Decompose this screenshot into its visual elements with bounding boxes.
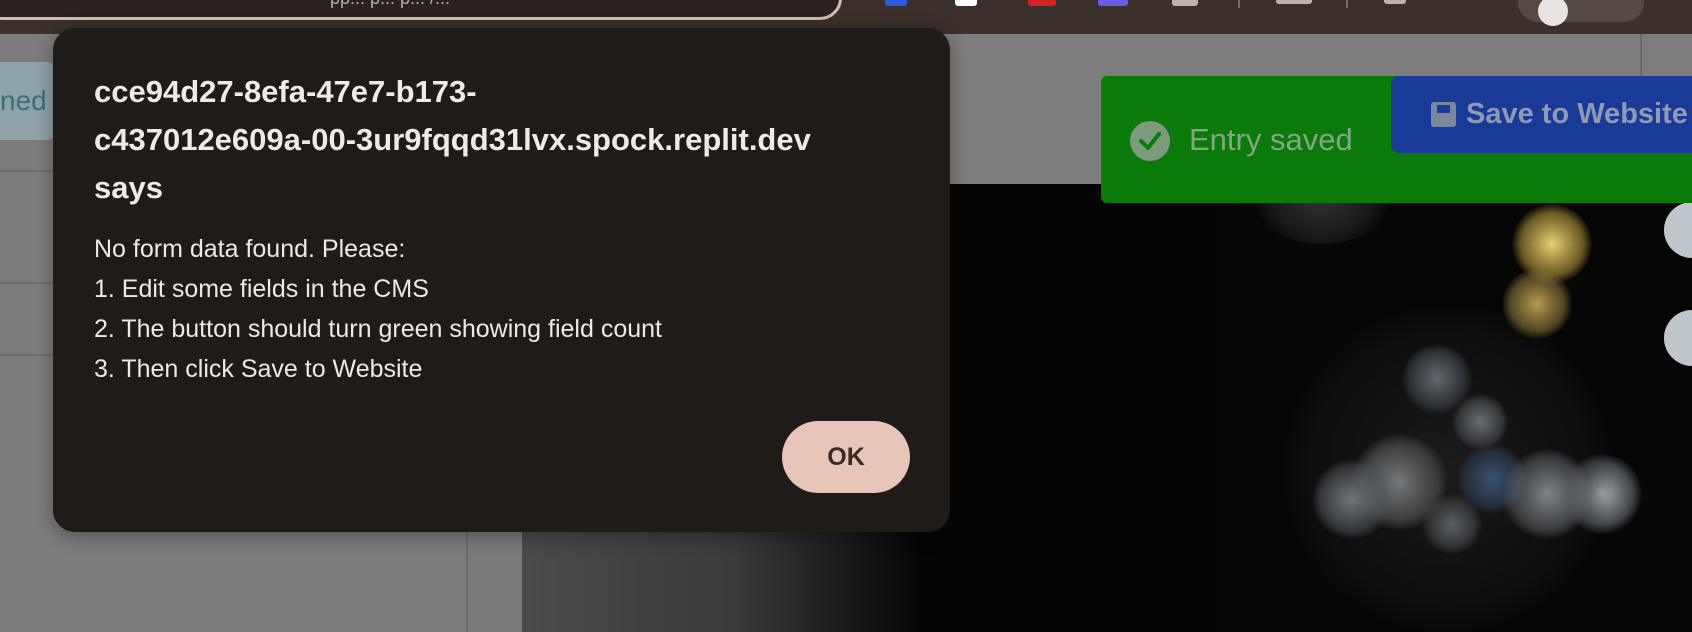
message-line: 3. Then click Save to Website: [94, 355, 423, 383]
ok-button[interactable]: OK: [782, 421, 910, 493]
toolbar-divider: [1346, 0, 1348, 8]
checkmark-icon: [1130, 121, 1170, 161]
dialog-title-line: cce94d27-8efa-47e7-b173-: [94, 74, 477, 109]
message-line: No form data found. Please:: [94, 235, 406, 263]
dialog-title-line: c437012e609a-00-3ur9fqqd31lvx.spock.repl…: [94, 122, 811, 157]
dialog-title-line: says: [94, 170, 163, 205]
message-line: 1. Edit some fields in the CMS: [94, 275, 429, 303]
alert-dialog: cce94d27-8efa-47e7-b173- c437012e609a-00…: [53, 28, 950, 532]
search-tabs-icon[interactable]: [1276, 0, 1312, 4]
dialog-title: cce94d27-8efa-47e7-b173- c437012e609a-00…: [94, 68, 894, 212]
save-to-website-button[interactable]: Save to Website: [1391, 76, 1692, 153]
profile-button[interactable]: [1518, 0, 1644, 26]
toolbar-divider: [1238, 0, 1240, 8]
avatar: [1538, 0, 1568, 26]
extension-3-icon[interactable]: [1028, 0, 1056, 6]
extension-5-icon[interactable]: [1172, 0, 1198, 6]
message-line: 2. The button should turn green showing …: [94, 315, 662, 343]
partial-tab-label: ned: [0, 85, 47, 116]
bokeh-light: [1282, 304, 1612, 632]
extension-1-icon[interactable]: [885, 0, 907, 6]
extension-4-icon[interactable]: [1098, 0, 1128, 6]
extension-2-icon[interactable]: [955, 0, 977, 6]
floppy-disk-icon: [1431, 102, 1456, 127]
dialog-message: No form data found. Please: 1. Edit some…: [94, 229, 662, 389]
save-to-website-label: Save to Website: [1466, 98, 1688, 130]
screen: pp... p... p... /... ned: [0, 0, 1692, 632]
divider: [466, 530, 468, 632]
address-bar-text: pp... p... p... /...: [330, 0, 450, 9]
toast-message: Entry saved: [1189, 122, 1353, 157]
history-icon[interactable]: [1384, 0, 1406, 4]
